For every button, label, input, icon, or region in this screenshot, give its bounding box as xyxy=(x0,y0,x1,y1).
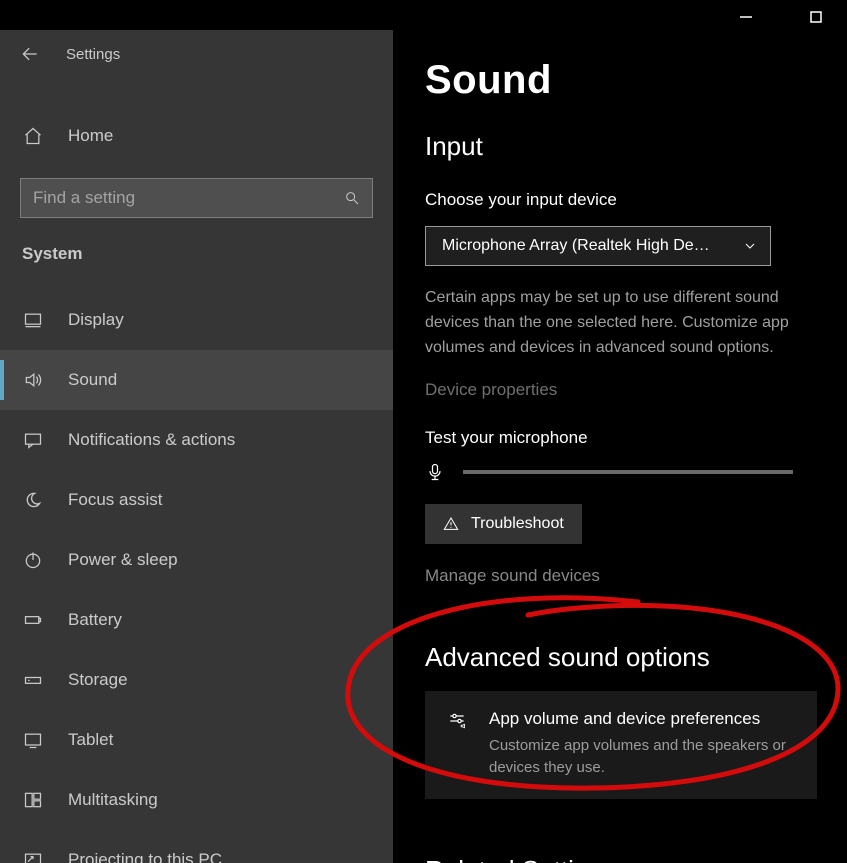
message-icon xyxy=(22,430,44,450)
window-titlebar xyxy=(0,0,847,30)
search-input[interactable] xyxy=(33,188,327,208)
sidebar-item-label: Focus assist xyxy=(68,490,162,510)
warning-icon xyxy=(443,516,459,532)
sidebar-item-notifications[interactable]: Notifications & actions xyxy=(0,410,393,470)
chevron-down-icon xyxy=(742,238,758,254)
sidebar-item-home[interactable]: Home xyxy=(0,108,393,164)
sidebar-item-label: Power & sleep xyxy=(68,550,178,570)
search-icon xyxy=(344,190,360,206)
sidebar-item-label: Display xyxy=(68,310,124,330)
sidebar-item-tablet[interactable]: Tablet xyxy=(0,710,393,770)
sliders-icon xyxy=(443,709,471,779)
power-icon xyxy=(22,550,44,570)
sidebar-item-label: Multitasking xyxy=(68,790,158,810)
search-box[interactable] xyxy=(20,178,373,218)
device-properties-link[interactable]: Device properties xyxy=(425,380,817,400)
sidebar-category-label: System xyxy=(0,218,393,270)
moon-icon xyxy=(22,490,44,510)
troubleshoot-button[interactable]: Troubleshoot xyxy=(425,504,582,544)
mic-level-bar xyxy=(463,470,793,474)
sidebar-item-label: Battery xyxy=(68,610,122,630)
sidebar-item-power-sleep[interactable]: Power & sleep xyxy=(0,530,393,590)
app-title: Settings xyxy=(66,46,120,63)
manage-sound-devices-link[interactable]: Manage sound devices xyxy=(425,566,817,586)
advanced-section-heading: Advanced sound options xyxy=(425,642,817,673)
sidebar-item-display[interactable]: Display xyxy=(0,290,393,350)
sidebar-item-label: Projecting to this PC xyxy=(68,850,222,863)
sidebar-item-sound[interactable]: Sound xyxy=(0,350,393,410)
window-minimize-button[interactable] xyxy=(723,4,769,30)
sidebar-item-label: Notifications & actions xyxy=(68,430,235,450)
card-title: App volume and device preferences xyxy=(489,709,799,729)
sidebar-item-projecting[interactable]: Projecting to this PC xyxy=(0,830,393,863)
sidebar-item-label: Sound xyxy=(68,370,117,390)
choose-input-label: Choose your input device xyxy=(425,190,817,210)
sidebar-item-label: Tablet xyxy=(68,730,113,750)
troubleshoot-label: Troubleshoot xyxy=(471,515,564,533)
card-subtitle: Customize app volumes and the speakers o… xyxy=(489,735,799,779)
sidebar-item-battery[interactable]: Battery xyxy=(0,590,393,650)
sidebar-nav: Display Sound Notifications & actions xyxy=(0,290,393,863)
home-label: Home xyxy=(68,126,113,146)
input-device-dropdown[interactable]: Microphone Array (Realtek High De… xyxy=(425,226,771,266)
tablet-icon xyxy=(22,730,44,750)
back-button[interactable] xyxy=(20,44,40,64)
input-section-heading: Input xyxy=(425,131,817,162)
page-title: Sound xyxy=(425,58,817,103)
storage-icon xyxy=(22,670,44,690)
projecting-icon xyxy=(22,850,44,863)
multitasking-icon xyxy=(22,790,44,810)
input-helptext: Certain apps may be set up to use differ… xyxy=(425,286,817,360)
app-volume-preferences-card[interactable]: App volume and device preferences Custom… xyxy=(425,691,817,799)
test-mic-label: Test your microphone xyxy=(425,428,817,448)
microphone-icon xyxy=(425,462,445,482)
sidebar-item-storage[interactable]: Storage xyxy=(0,650,393,710)
display-icon xyxy=(22,310,44,330)
sidebar-item-focus-assist[interactable]: Focus assist xyxy=(0,470,393,530)
sidebar: Settings Home System xyxy=(0,30,393,863)
sidebar-item-multitasking[interactable]: Multitasking xyxy=(0,770,393,830)
window-maximize-button[interactable] xyxy=(793,4,839,30)
battery-icon xyxy=(22,610,44,630)
related-section-heading: Related Settings xyxy=(425,855,817,863)
main-panel: Sound Input Choose your input device Mic… xyxy=(393,30,847,863)
sidebar-item-label: Storage xyxy=(68,670,128,690)
input-device-selected: Microphone Array (Realtek High De… xyxy=(442,237,710,255)
home-icon xyxy=(22,126,44,146)
sound-icon xyxy=(22,370,44,390)
